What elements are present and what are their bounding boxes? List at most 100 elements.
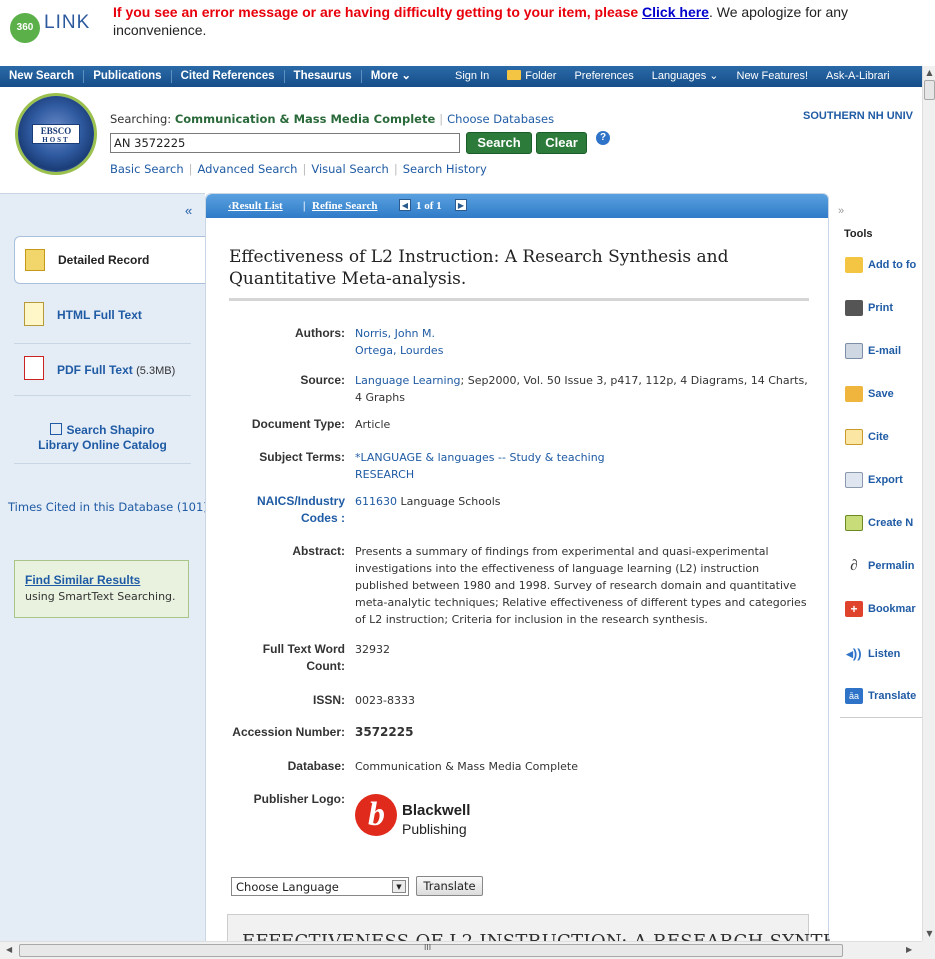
tools-heading: Tools <box>844 228 873 240</box>
nav-ask-a-librarian[interactable]: Ask-A-Librari <box>817 70 899 83</box>
article-title: Effectiveness of L2 Instruction: A Resea… <box>229 246 809 301</box>
naics-code-link[interactable]: 611630 <box>355 495 397 508</box>
advanced-search-link[interactable]: Advanced Search <box>198 162 298 176</box>
translate-icon: āa <box>845 688 863 704</box>
tool-print[interactable]: Print <box>845 300 893 322</box>
search-input[interactable]: AN 3572225 <box>110 133 460 153</box>
nav-sign-in[interactable]: Sign In <box>446 70 498 83</box>
scroll-right-icon[interactable]: ▶ <box>906 945 912 954</box>
nav-new-search[interactable]: New Search <box>0 70 85 83</box>
sidebar-item-library-catalog[interactable]: Search Shapiro Library Online Catalog <box>14 396 191 464</box>
expand-tools-icon[interactable]: » <box>838 205 844 217</box>
find-similar-box: Find Similar Results using SmartText Sea… <box>14 560 189 618</box>
publisher-label: Publisher Logo: <box>253 792 345 806</box>
subject-label: Subject Terms: <box>259 450 345 464</box>
sidebar-item-detailed-record[interactable]: Detailed Record <box>14 236 205 284</box>
source-journal-link[interactable]: Language Learning <box>355 374 461 387</box>
360-link-logo: 360 <box>10 13 40 43</box>
prev-record-icon[interactable]: ◀ <box>399 199 411 211</box>
chevron-down-icon: ▼ <box>392 880 406 893</box>
times-cited-link[interactable]: Times Cited in this Database (101) <box>8 500 208 514</box>
cite-icon <box>845 429 863 445</box>
sidebar-item-html-full-text[interactable]: HTML Full Text <box>14 292 191 344</box>
tool-permalink[interactable]: ∂ Permalin <box>845 558 914 580</box>
scroll-grip: III <box>424 943 432 952</box>
author-link[interactable]: Ortega, Lourdes <box>355 342 815 359</box>
scroll-up-icon[interactable]: ▲ <box>923 67 935 79</box>
tool-bookmark[interactable]: + Bookmar <box>845 601 916 623</box>
visual-search-link[interactable]: Visual Search <box>311 162 389 176</box>
pdf-size: (5.3MB) <box>136 365 176 377</box>
abstract-label: Abstract: <box>292 544 345 558</box>
tool-translate[interactable]: āa Translate <box>845 688 916 710</box>
pdf-full-text-label: PDF Full Text (5.3MB) <box>57 363 176 377</box>
print-icon <box>845 300 863 316</box>
ebscohost-logo-tag: EBSCO HOST <box>32 124 80 144</box>
email-icon <box>845 343 863 359</box>
database-name: Communication & Mass Media Complete <box>174 112 436 126</box>
abstract-text: Presents a summary of findings from expe… <box>355 545 807 626</box>
nav-more-menu[interactable]: More ⌄ <box>362 70 420 83</box>
accession-value: 3572225 <box>355 725 414 739</box>
tool-create-note[interactable]: Create N <box>845 515 913 537</box>
find-similar-subtext: using SmartText Searching. <box>25 590 176 603</box>
nav-publications[interactable]: Publications <box>84 70 172 83</box>
tool-add-to-folder[interactable]: Add to fo <box>845 257 916 279</box>
doc-type-value: Article <box>355 418 391 431</box>
clear-button[interactable]: Clear <box>536 132 587 154</box>
html-full-text-icon <box>24 302 44 326</box>
choose-databases-link[interactable]: Choose Databases <box>447 112 554 126</box>
scroll-down-icon[interactable]: ▼ <box>923 928 935 940</box>
naics-label-link[interactable]: NAICS/Industry Codes : <box>228 493 345 527</box>
search-history-link[interactable]: Search History <box>403 162 487 176</box>
issn-label: ISSN: <box>312 693 345 707</box>
tool-save[interactable]: Save <box>845 386 894 408</box>
tool-email[interactable]: E-mail <box>845 343 901 365</box>
subject-term-link[interactable]: RESEARCH <box>355 466 815 483</box>
subject-term-link[interactable]: *LANGUAGE & languages -- Study & teachin… <box>355 449 815 466</box>
page-info: 1 of 1 <box>416 200 442 212</box>
nav-new-features[interactable]: New Features! <box>728 70 818 83</box>
error-text: If you see an error message or are havin… <box>113 4 643 20</box>
360-link-logo-word: LINK <box>44 12 91 33</box>
detailed-record-label: Detailed Record <box>58 253 150 267</box>
basic-search-link[interactable]: Basic Search <box>110 162 184 176</box>
translate-button[interactable]: Translate <box>416 876 483 896</box>
author-link[interactable]: Norris, John M. <box>355 325 815 342</box>
accession-label: Accession Number: <box>232 725 345 739</box>
vertical-scrollbar[interactable]: ▲ ▼ <box>922 66 935 941</box>
nav-cited-references[interactable]: Cited References <box>172 70 285 83</box>
naics-desc: Language Schools <box>397 495 501 508</box>
language-select[interactable]: Choose Language ▼ <box>231 877 409 896</box>
record-toolbar: ‹Result List | Refine Search ◀ 1 of 1 ▶ <box>206 194 828 218</box>
click-here-link[interactable]: Click here <box>642 4 709 20</box>
tool-cite[interactable]: Cite <box>845 429 889 451</box>
result-list-link[interactable]: ‹Result List <box>228 200 283 212</box>
nav-languages[interactable]: Languages ⌄ <box>643 70 728 83</box>
tool-export[interactable]: Export <box>845 472 903 494</box>
doc-type-label: Document Type: <box>251 417 345 431</box>
horizontal-scrollbar[interactable]: ◀ III ▶ <box>0 941 922 959</box>
detailed-record-icon <box>25 249 45 271</box>
nav-thesaurus[interactable]: Thesaurus <box>285 70 362 83</box>
next-record-icon[interactable]: ▶ <box>455 199 467 211</box>
bookmark-icon: + <box>845 601 863 617</box>
nav-preferences[interactable]: Preferences <box>565 70 642 83</box>
tool-listen[interactable]: ◂)) Listen <box>845 646 900 668</box>
vertical-scroll-thumb[interactable] <box>924 80 935 100</box>
word-count-label: Full Text Word Count: <box>262 642 345 673</box>
external-link-icon <box>50 423 63 435</box>
folder-icon <box>845 257 863 273</box>
publisher-name: Blackwell Publishing <box>402 802 471 837</box>
searching-label: Searching: <box>110 112 175 126</box>
find-similar-link[interactable]: Find Similar Results <box>25 573 140 587</box>
refine-search-link[interactable]: Refine Search <box>312 200 377 212</box>
sidebar-item-pdf-full-text[interactable]: PDF Full Text (5.3MB) <box>14 344 191 396</box>
search-button[interactable]: Search <box>466 132 532 154</box>
collapse-left-icon[interactable]: « <box>185 203 192 218</box>
help-icon[interactable]: ? <box>596 131 610 145</box>
scroll-left-icon[interactable]: ◀ <box>6 945 12 954</box>
blackwell-logo-icon: b <box>355 794 397 836</box>
searching-line: Searching: Communication & Mass Media Co… <box>110 112 555 126</box>
nav-folder[interactable]: Folder <box>498 70 565 83</box>
